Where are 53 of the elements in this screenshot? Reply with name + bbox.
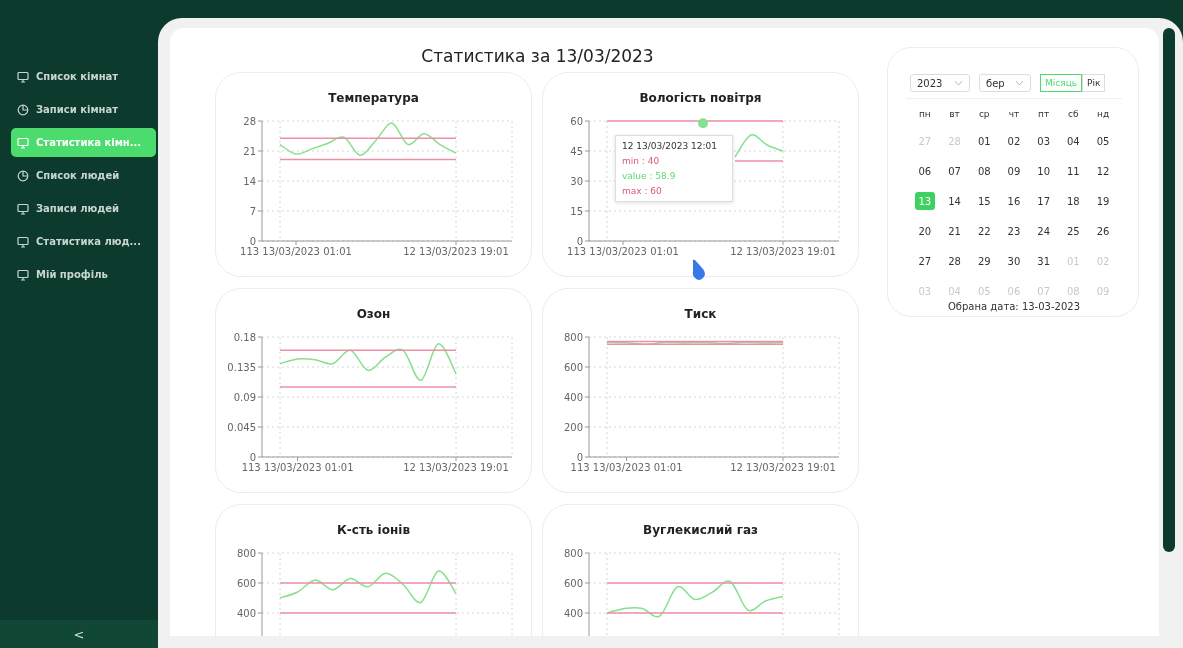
x-tick-label: 12 13/03/2023 19:01 <box>729 246 836 257</box>
x-tick-label: 113 13/03/2023 01:01 <box>241 462 354 473</box>
x-tick-label: 113 13/03/2023 01:01 <box>239 246 352 257</box>
chart-title: Вуглекислий газ <box>643 523 758 537</box>
y-tick-label: 0.135 <box>226 362 256 373</box>
x-tick-label: 12 13/03/2023 19:01 <box>402 246 509 257</box>
y-tick-label: 600 <box>563 578 583 589</box>
y-tick-label: 800 <box>236 548 256 559</box>
weekday-label: ср <box>977 108 991 121</box>
y-tick-label: 0 <box>249 236 256 247</box>
y-tick-label: 200 <box>563 422 583 433</box>
y-tick-label: 30 <box>569 176 583 187</box>
chart-title: К-сть іонів <box>337 523 410 537</box>
weekday-label: чт <box>1007 108 1021 121</box>
y-tick-label: 14 <box>242 176 256 187</box>
tooltip-row-text: value : 58.9 <box>622 171 677 181</box>
chart-title: Температура <box>328 91 419 105</box>
y-tick-label: 400 <box>563 392 583 403</box>
weekday-label: сб <box>1067 108 1080 121</box>
tooltip-title: 12 13/03/2023 12:01 <box>622 141 718 151</box>
y-tick-label: 15 <box>569 206 583 217</box>
y-tick-label: 600 <box>563 362 583 373</box>
y-tick-label: 21 <box>242 146 256 157</box>
selected-date: Обрана дата: 13-03-2023 <box>947 301 1081 312</box>
y-tick-label: 800 <box>563 332 583 343</box>
weekday-label: вт <box>948 108 961 121</box>
weekday-label: пт <box>1037 108 1051 121</box>
y-tick-label: 0 <box>576 236 583 247</box>
y-tick-label: 0 <box>576 452 583 463</box>
x-tick-label: 12 13/03/2023 19:01 <box>729 462 836 473</box>
x-tick-label: 113 13/03/2023 01:01 <box>566 246 679 257</box>
tooltip-row-text: min : 40 <box>622 156 661 166</box>
y-tick-label: 0.045 <box>226 422 256 433</box>
y-tick-label: 800 <box>563 548 583 559</box>
chart-title: Тиск <box>684 307 717 321</box>
weekday-label: пн <box>917 108 932 121</box>
tooltip-row-text: max : 60 <box>622 186 663 196</box>
y-tick-label: 0.09 <box>233 392 256 403</box>
chart-title: Озон <box>356 307 391 321</box>
y-tick-label: 7 <box>249 206 256 217</box>
y-tick-label: 0 <box>249 452 256 463</box>
y-tick-label: 600 <box>236 578 256 589</box>
chart-title: Вологість повітря <box>639 91 762 105</box>
y-tick-label: 400 <box>563 608 583 619</box>
y-tick-label: 400 <box>236 608 256 619</box>
y-tick-label: 60 <box>569 116 583 127</box>
y-tick-label: 45 <box>569 146 583 157</box>
weekday-label: нд <box>1096 108 1111 121</box>
y-tick-label: 28 <box>242 116 256 127</box>
y-tick-label: 0.18 <box>233 332 256 343</box>
x-tick-label: 113 13/03/2023 01:01 <box>570 462 682 473</box>
page-title: Статистика за 13/03/2023 <box>420 45 655 68</box>
x-tick-label: 12 13/03/2023 19:01 <box>402 462 509 473</box>
